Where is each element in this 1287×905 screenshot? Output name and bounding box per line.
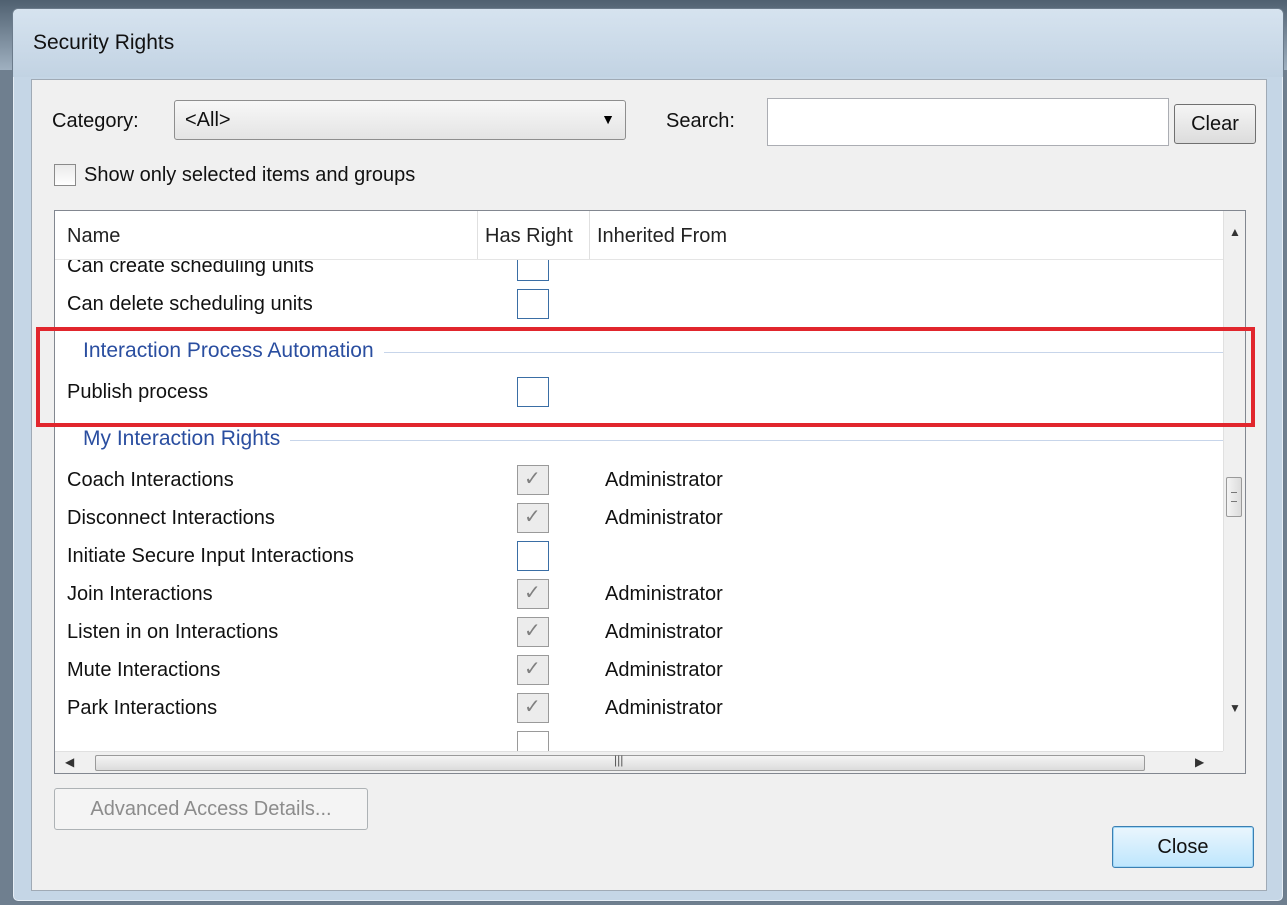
right-name: Can delete scheduling units bbox=[67, 293, 313, 315]
column-header-inherited-from: Inherited From bbox=[597, 225, 728, 247]
scroll-right-icon[interactable]: ▶ bbox=[1195, 755, 1204, 769]
title-bar[interactable]: Security Rights bbox=[13, 9, 1283, 77]
inherited-from: Administrator bbox=[605, 659, 723, 681]
dialog-title: Security Rights bbox=[33, 31, 175, 54]
close-button[interactable]: Close bbox=[1112, 826, 1254, 868]
scroll-down-icon[interactable]: ▼ bbox=[1229, 701, 1241, 715]
has-right-checkbox[interactable] bbox=[517, 617, 549, 647]
has-right-checkbox[interactable] bbox=[517, 377, 549, 407]
scrollbar-corner bbox=[1223, 751, 1245, 773]
table-row[interactable]: Park Interactions Administrator bbox=[55, 689, 1223, 727]
category-dropdown[interactable]: <All> ▼ bbox=[174, 100, 626, 140]
right-name: Join Interactions bbox=[67, 583, 213, 605]
right-name: Disconnect Interactions bbox=[67, 507, 275, 529]
table-row[interactable]: Coach Interactions Administrator bbox=[55, 461, 1223, 499]
has-right-checkbox[interactable] bbox=[517, 579, 549, 609]
has-right-checkbox[interactable] bbox=[517, 289, 549, 319]
has-right-checkbox[interactable] bbox=[517, 503, 549, 533]
show-only-selected-checkbox[interactable] bbox=[54, 164, 76, 186]
table-row[interactable]: Listen in on Interactions Administrator bbox=[55, 613, 1223, 651]
right-name: Mute Interactions bbox=[67, 659, 221, 681]
show-only-selected-label: Show only selected items and groups bbox=[84, 164, 416, 186]
column-header-name: Name bbox=[67, 225, 121, 247]
table-row[interactable]: Publish process bbox=[55, 373, 1223, 411]
scroll-up-icon[interactable]: ▲ bbox=[1229, 225, 1241, 239]
inherited-from: Administrator bbox=[605, 697, 723, 719]
group-header-ipa: Interaction Process Automation bbox=[55, 331, 1223, 369]
group-header-my-interaction-rights: My Interaction Rights bbox=[55, 419, 1223, 457]
group-title: My Interaction Rights bbox=[83, 427, 291, 451]
security-rights-dialog: Security Rights Category: <All> ▼ Search… bbox=[12, 8, 1284, 902]
has-right-checkbox[interactable] bbox=[517, 655, 549, 685]
inherited-from: Administrator bbox=[605, 469, 723, 491]
right-name: Publish process bbox=[67, 381, 209, 403]
right-name: Park Interactions bbox=[67, 697, 218, 719]
rights-grid: Name Has Right Inherited From Can create… bbox=[54, 210, 1246, 774]
vertical-scroll-thumb[interactable] bbox=[1226, 477, 1242, 517]
horizontal-scroll-thumb[interactable]: ||| bbox=[95, 753, 1145, 771]
category-label: Category: bbox=[52, 110, 139, 132]
dropdown-arrow-icon: ▼ bbox=[601, 111, 615, 127]
vertical-scrollbar[interactable]: ▲ ▼ bbox=[1223, 211, 1245, 751]
scroll-left-icon[interactable]: ◀ bbox=[65, 755, 74, 769]
grid-header-overlay: Name Has Right Inherited From bbox=[55, 211, 1223, 260]
search-input[interactable] bbox=[767, 98, 1169, 146]
inherited-from: Administrator bbox=[605, 621, 723, 643]
right-name: Initiate Secure Input Interactions bbox=[67, 545, 354, 567]
advanced-access-details-button[interactable]: Advanced Access Details... bbox=[54, 788, 368, 830]
has-right-checkbox[interactable] bbox=[517, 693, 549, 723]
has-right-checkbox[interactable] bbox=[517, 541, 549, 571]
category-value: <All> bbox=[185, 109, 231, 131]
table-row[interactable]: Initiate Secure Input Interactions bbox=[55, 537, 1223, 575]
horizontal-scrollbar[interactable]: ◀ ||| ▶ bbox=[55, 751, 1223, 773]
dialog-body: Category: <All> ▼ Search: Clear Show onl… bbox=[31, 79, 1267, 891]
column-divider bbox=[477, 211, 478, 259]
inherited-from: Administrator bbox=[605, 583, 723, 605]
has-right-checkbox[interactable] bbox=[517, 465, 549, 495]
column-divider bbox=[589, 211, 590, 259]
table-row[interactable]: Mute Interactions Administrator bbox=[55, 651, 1223, 689]
column-header-has-right: Has Right bbox=[485, 225, 573, 247]
right-name: Coach Interactions bbox=[67, 469, 234, 491]
right-name: Listen in on Interactions bbox=[67, 621, 279, 643]
table-row[interactable]: Join Interactions Administrator bbox=[55, 575, 1223, 613]
group-title: Interaction Process Automation bbox=[83, 339, 384, 363]
table-row[interactable]: Disconnect Interactions Administrator bbox=[55, 499, 1223, 537]
inherited-from: Administrator bbox=[605, 507, 723, 529]
table-row[interactable]: Can delete scheduling units bbox=[55, 285, 1223, 323]
grip-icon: ||| bbox=[614, 753, 624, 767]
clear-button[interactable]: Clear bbox=[1174, 104, 1256, 144]
search-label: Search: bbox=[666, 110, 735, 132]
